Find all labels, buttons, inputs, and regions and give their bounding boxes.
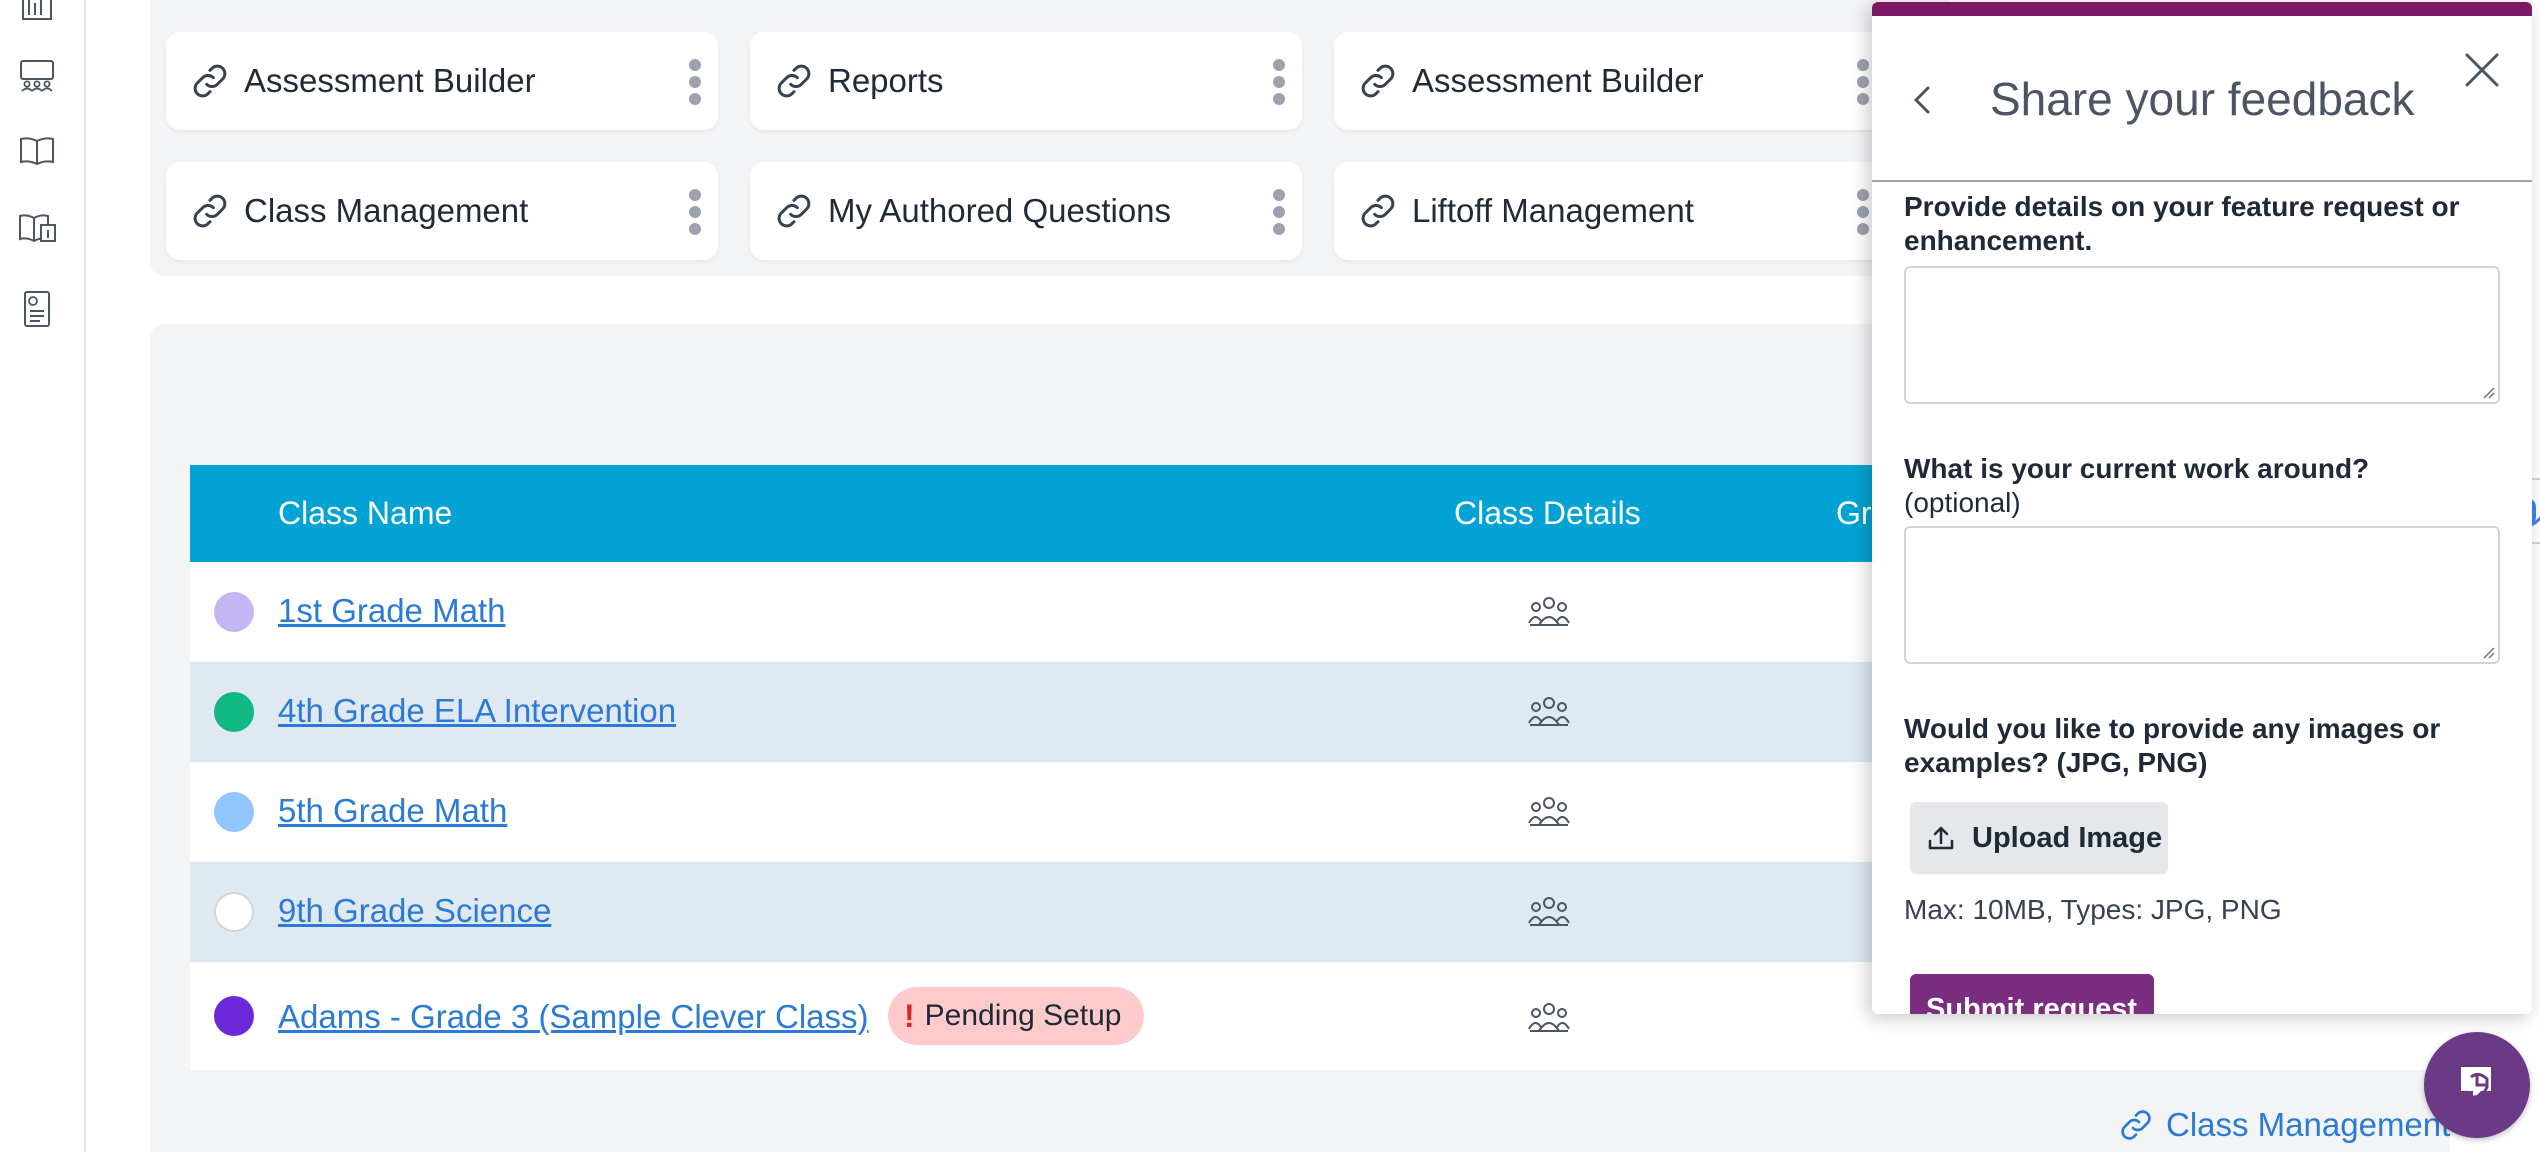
upload-icon — [1928, 826, 1954, 850]
quick-link-label: Class Management — [244, 192, 529, 229]
more-options-icon[interactable] — [688, 59, 702, 105]
status-badge: ! Pending Setup — [888, 987, 1144, 1045]
class-management-link-label: Class Management — [2166, 1106, 2451, 1143]
link-icon — [772, 189, 816, 233]
left-rail — [0, 0, 86, 1152]
feedback-header: Share your feedback — [1872, 16, 2532, 182]
link-icon — [1356, 59, 1400, 103]
work-around-label: What is your current work around? (optio… — [1904, 452, 2369, 520]
column-header-class-name[interactable]: Class Name — [278, 465, 452, 562]
work-around-label-line: What is your current work around? — [1904, 453, 2370, 484]
quick-link-class-management[interactable]: Class Management — [166, 162, 718, 260]
feature-request-label-line: enhancement. — [1904, 225, 2093, 256]
submit-request-button[interactable]: Submit request — [1910, 974, 2154, 1014]
chat-head-icon — [2461, 1067, 2491, 1099]
link-icon — [2121, 1110, 2151, 1140]
class-link[interactable]: 1st Grade Math — [278, 592, 505, 630]
quick-link-label: Liftoff Management — [1412, 192, 1694, 229]
more-options-icon[interactable] — [1272, 59, 1286, 105]
link-icon — [772, 59, 816, 103]
more-options-icon[interactable] — [1272, 189, 1286, 235]
quick-link-label: Assessment Builder — [1412, 62, 1704, 99]
people-icon[interactable] — [1528, 894, 1570, 928]
close-icon[interactable] — [2462, 50, 2502, 90]
feedback-top-bar — [1872, 2, 2532, 16]
class-link[interactable]: Adams - Grade 3 (Sample Clever Class) — [278, 998, 869, 1036]
optional-label: (optional) — [1904, 487, 2021, 518]
class-color-dot — [214, 892, 254, 932]
link-icon — [188, 189, 232, 233]
quick-link-assessment-builder-2[interactable]: Assessment Builder — [1334, 32, 1886, 130]
class-management-link[interactable]: Class Management — [2118, 1106, 2450, 1144]
quick-link-label: My Authored Questions — [828, 192, 1172, 229]
feedback-launcher-button[interactable] — [2424, 1032, 2530, 1138]
quick-link-liftoff-management[interactable]: Liftoff Management — [1334, 162, 1886, 260]
more-options-icon[interactable] — [688, 189, 702, 235]
people-icon[interactable] — [1528, 594, 1570, 628]
class-color-dot — [214, 996, 254, 1036]
more-options-icon[interactable] — [1856, 189, 1870, 235]
upload-image-button[interactable]: Upload Image — [1910, 802, 2168, 874]
quick-link-label: Reports — [828, 62, 944, 99]
feature-request-label-line: Provide details on your feature request … — [1904, 191, 2460, 222]
upload-image-label: Upload Image — [1972, 821, 2163, 854]
class-color-dot — [214, 592, 254, 632]
back-chevron-icon[interactable] — [1908, 82, 1936, 118]
resize-handle-icon[interactable] — [2481, 385, 2495, 399]
book-icon[interactable] — [16, 130, 58, 172]
class-color-dot — [214, 792, 254, 832]
bar-chart-icon[interactable] — [16, 0, 58, 28]
report-doc-icon[interactable] — [16, 288, 58, 330]
people-icon[interactable] — [1528, 694, 1570, 728]
more-options-icon[interactable] — [1856, 59, 1870, 105]
class-link[interactable]: 9th Grade Science — [278, 892, 551, 930]
warning-icon: ! — [904, 997, 915, 1034]
quick-link-label: Assessment Builder — [244, 62, 536, 99]
class-color-dot — [214, 692, 254, 732]
feature-request-textarea[interactable] — [1904, 266, 2500, 404]
resize-handle-icon[interactable] — [2481, 645, 2495, 659]
column-header-partial: Gr — [1836, 495, 1872, 531]
work-around-textarea[interactable] — [1904, 526, 2500, 664]
column-header-class-details: Class Details — [1454, 495, 1641, 531]
classroom-icon[interactable] — [16, 54, 58, 96]
feature-request-label: Provide details on your feature request … — [1904, 190, 2459, 258]
people-icon[interactable] — [1528, 794, 1570, 828]
class-link[interactable]: 5th Grade Math — [278, 792, 507, 830]
class-link[interactable]: 4th Grade ELA Intervention — [278, 692, 676, 730]
images-label: Would you like to provide any images or … — [1904, 712, 2440, 780]
book-info-icon[interactable] — [16, 208, 58, 250]
images-label-line: Would you like to provide any images or — [1904, 713, 2441, 744]
quick-link-reports[interactable]: Reports — [750, 32, 1302, 130]
people-icon[interactable] — [1528, 1000, 1570, 1034]
link-icon — [188, 59, 232, 103]
images-label-line: examples? (JPG, PNG) — [1904, 747, 2208, 778]
link-icon — [1356, 189, 1400, 233]
quick-link-assessment-builder[interactable]: Assessment Builder — [166, 32, 718, 130]
feedback-panel: Share your feedback Provide details on y… — [1872, 2, 2532, 1014]
upload-hint: Max: 10MB, Types: JPG, PNG — [1904, 894, 2282, 925]
quick-link-my-authored-questions[interactable]: My Authored Questions — [750, 162, 1302, 260]
status-badge-label: Pending Setup — [924, 999, 1122, 1032]
feedback-title: Share your feedback — [1990, 73, 2415, 125]
